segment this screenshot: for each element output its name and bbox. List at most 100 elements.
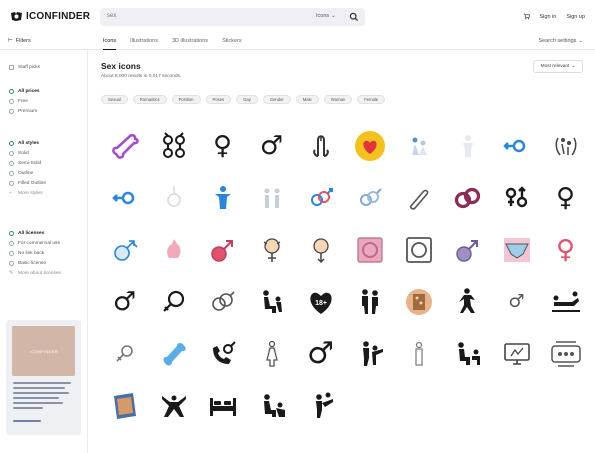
tag-chip[interactable]: Gay xyxy=(236,95,258,104)
radio[interactable] xyxy=(9,230,14,236)
tag-chip[interactable]: Romantics xyxy=(132,95,167,104)
search-icon[interactable] xyxy=(349,12,359,22)
license-option-no-link-back[interactable]: No link back xyxy=(9,248,61,258)
icon-result[interactable] xyxy=(492,328,541,380)
icon-result[interactable]: ♀ xyxy=(541,224,590,276)
more-styles-link[interactable]: + More styles xyxy=(9,188,46,198)
license-option-commercial[interactable]: For commercial use xyxy=(9,238,61,248)
sidebar-ad[interactable]: ICONFINDER xyxy=(6,320,81,435)
icon-result[interactable] xyxy=(345,172,394,224)
icon-result[interactable] xyxy=(198,328,247,380)
icon-result[interactable] xyxy=(198,276,247,328)
icon-result[interactable] xyxy=(443,120,492,172)
radio[interactable] xyxy=(9,260,14,266)
icon-result[interactable] xyxy=(394,224,443,276)
search-bar[interactable]: sex Icons ⌄ xyxy=(100,8,365,26)
icon-result[interactable] xyxy=(100,380,149,432)
style-option-filled-outline[interactable]: Filled Outline xyxy=(9,178,46,188)
search-scope-dropdown[interactable]: Icons ⌄ xyxy=(316,13,336,19)
icon-result[interactable] xyxy=(492,172,541,224)
icon-result[interactable] xyxy=(100,328,149,380)
icon-result[interactable] xyxy=(149,276,198,328)
icon-result[interactable] xyxy=(149,172,198,224)
logo[interactable]: ICONFINDER xyxy=(10,11,90,22)
search-settings-dropdown[interactable]: Search settings ⌄ xyxy=(538,38,583,44)
icon-result[interactable] xyxy=(198,172,247,224)
tag-chip[interactable]: Poses xyxy=(205,95,232,104)
radio[interactable] xyxy=(9,108,14,114)
radio[interactable] xyxy=(9,150,14,156)
all-styles-option[interactable]: All styles xyxy=(9,138,46,148)
search-input[interactable]: sex xyxy=(107,13,116,19)
icon-result[interactable] xyxy=(296,224,345,276)
icon-result[interactable] xyxy=(443,328,492,380)
style-option-semi-solid[interactable]: Semi-Solid xyxy=(9,158,46,168)
icon-result[interactable]: ♂ xyxy=(296,328,345,380)
icon-result[interactable] xyxy=(149,120,198,172)
price-option-free[interactable]: Free xyxy=(9,96,40,106)
signup-link[interactable]: Sign up xyxy=(566,14,585,20)
tab-illustrations[interactable]: Illustrations xyxy=(130,33,158,50)
icon-result[interactable] xyxy=(247,380,296,432)
icon-result[interactable] xyxy=(247,224,296,276)
icon-result[interactable] xyxy=(345,120,394,172)
icon-result[interactable] xyxy=(394,120,443,172)
ad-link-line[interactable] xyxy=(13,420,41,422)
tab-3d-illustrations[interactable]: 3D illustrations xyxy=(172,33,208,50)
icon-result[interactable] xyxy=(492,120,541,172)
icon-result[interactable] xyxy=(443,172,492,224)
icon-result[interactable] xyxy=(296,380,345,432)
icon-result[interactable] xyxy=(345,328,394,380)
radio[interactable] xyxy=(9,250,14,256)
style-option-solid[interactable]: Solid xyxy=(9,148,46,158)
icon-result[interactable] xyxy=(247,172,296,224)
signin-link[interactable]: Sign in xyxy=(540,14,557,20)
icon-result[interactable] xyxy=(443,224,492,276)
tag-chip[interactable]: Woman xyxy=(323,95,353,104)
icon-result[interactable] xyxy=(100,224,149,276)
icon-result[interactable] xyxy=(541,328,590,380)
icon-result[interactable] xyxy=(149,224,198,276)
tag-chip[interactable]: Sexual xyxy=(101,95,128,104)
icon-result[interactable] xyxy=(149,380,198,432)
icon-result[interactable] xyxy=(100,172,149,224)
icon-result[interactable]: ♂ xyxy=(492,276,541,328)
icon-result[interactable] xyxy=(394,328,443,380)
staff-picks-option[interactable]: Staff picks xyxy=(9,62,40,72)
icon-result[interactable] xyxy=(198,224,247,276)
icon-result[interactable] xyxy=(296,172,345,224)
icon-result[interactable]: ♀ xyxy=(541,172,590,224)
radio[interactable] xyxy=(9,98,14,104)
tab-icons[interactable]: Icons xyxy=(103,33,117,50)
icon-result[interactable]: ♀ xyxy=(198,120,247,172)
icon-result[interactable]: ♂ xyxy=(100,276,149,328)
icon-result[interactable]: 18+ xyxy=(296,276,345,328)
icon-result[interactable]: ♂ xyxy=(247,120,296,172)
icon-result[interactable] xyxy=(541,120,590,172)
tab-stickers[interactable]: Stickers xyxy=(222,33,242,50)
radio[interactable] xyxy=(9,160,14,166)
radio[interactable] xyxy=(9,170,14,176)
all-prices-option[interactable]: All prices xyxy=(9,86,40,96)
radio[interactable] xyxy=(9,88,14,94)
radio[interactable] xyxy=(9,180,14,186)
all-licenses-option[interactable]: All licenses xyxy=(9,228,61,238)
radio[interactable] xyxy=(9,140,14,146)
icon-result[interactable] xyxy=(247,276,296,328)
filters-toggle[interactable]: ⊢ Filters xyxy=(8,38,31,44)
icon-result[interactable] xyxy=(345,224,394,276)
icon-result[interactable] xyxy=(149,328,198,380)
icon-result[interactable] xyxy=(198,380,247,432)
tag-chip[interactable]: Female xyxy=(357,95,386,104)
icon-result[interactable] xyxy=(296,120,345,172)
icon-result[interactable] xyxy=(492,224,541,276)
icon-result[interactable] xyxy=(100,120,149,172)
radio[interactable] xyxy=(9,240,14,246)
sort-dropdown[interactable]: Most relevant ⌄ xyxy=(533,60,583,73)
icon-result[interactable] xyxy=(541,276,590,328)
tag-chip[interactable]: Gender xyxy=(262,95,291,104)
icon-result[interactable] xyxy=(247,328,296,380)
price-option-premium[interactable]: Premium xyxy=(9,106,40,116)
tag-chip[interactable]: Position xyxy=(171,95,201,104)
icon-result[interactable] xyxy=(345,276,394,328)
